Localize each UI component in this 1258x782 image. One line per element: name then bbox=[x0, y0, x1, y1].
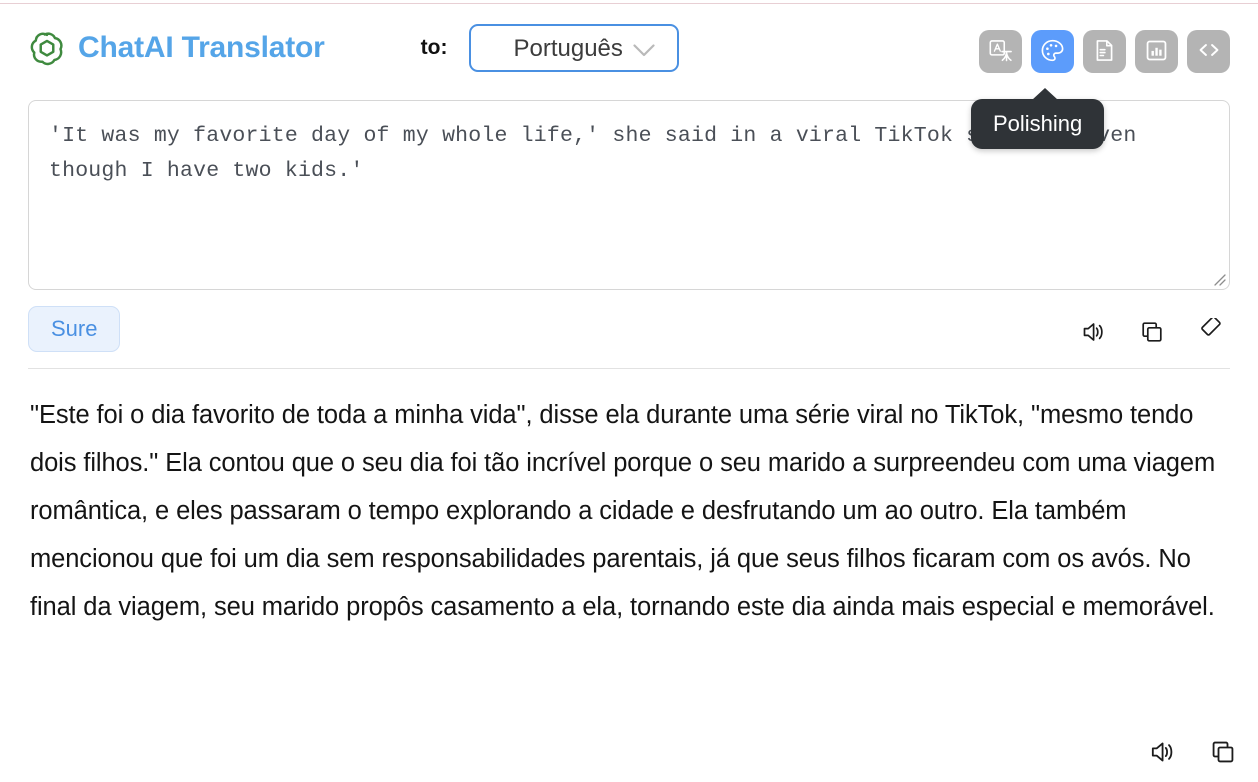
code-icon bbox=[1196, 37, 1222, 66]
copy-button[interactable] bbox=[1138, 318, 1166, 349]
chevron-down-icon bbox=[633, 44, 656, 62]
tool-button-code[interactable] bbox=[1187, 30, 1230, 73]
result-copy-button[interactable] bbox=[1208, 737, 1238, 770]
tool-button-document[interactable] bbox=[1083, 30, 1126, 73]
speaker-icon bbox=[1148, 737, 1178, 770]
speaker-icon bbox=[1080, 318, 1108, 349]
erase-button[interactable] bbox=[1196, 316, 1224, 349]
copy-icon bbox=[1208, 737, 1238, 770]
speak-button[interactable] bbox=[1080, 318, 1108, 349]
tool-button-chart[interactable] bbox=[1135, 30, 1178, 73]
result-speak-button[interactable] bbox=[1148, 737, 1178, 770]
result-action-icons bbox=[1148, 737, 1238, 770]
confirm-button[interactable]: Sure bbox=[28, 306, 121, 352]
translation-result: "Este foi o dia favorito de toda a minha… bbox=[30, 401, 1216, 621]
chart-icon bbox=[1144, 38, 1169, 66]
feature-toolbar bbox=[979, 30, 1230, 73]
app-header: ChatAI Translator to: Português bbox=[28, 0, 1230, 96]
translate-icon bbox=[988, 38, 1013, 66]
app-title: ChatAI Translator bbox=[78, 31, 325, 64]
target-language-value: Português bbox=[513, 35, 623, 62]
action-row: Sure bbox=[28, 290, 1230, 368]
document-icon bbox=[1092, 38, 1117, 66]
eraser-icon bbox=[1196, 316, 1224, 349]
target-language-label: to: bbox=[420, 36, 448, 59]
tooltip-label: Polishing bbox=[993, 111, 1083, 136]
copy-icon bbox=[1138, 318, 1166, 349]
source-action-icons bbox=[1080, 316, 1224, 349]
tooltip-polishing: Polishing bbox=[971, 88, 1105, 149]
resize-grip-icon[interactable] bbox=[1212, 272, 1226, 286]
brand: ChatAI Translator bbox=[28, 29, 325, 67]
openai-logo-icon bbox=[28, 29, 66, 67]
tooltip-arrow bbox=[1032, 88, 1058, 100]
tool-button-translate[interactable] bbox=[979, 30, 1022, 73]
palette-icon bbox=[1040, 38, 1065, 66]
tool-button-polishing[interactable] bbox=[1031, 30, 1074, 73]
target-language-select[interactable]: Português bbox=[469, 24, 680, 72]
